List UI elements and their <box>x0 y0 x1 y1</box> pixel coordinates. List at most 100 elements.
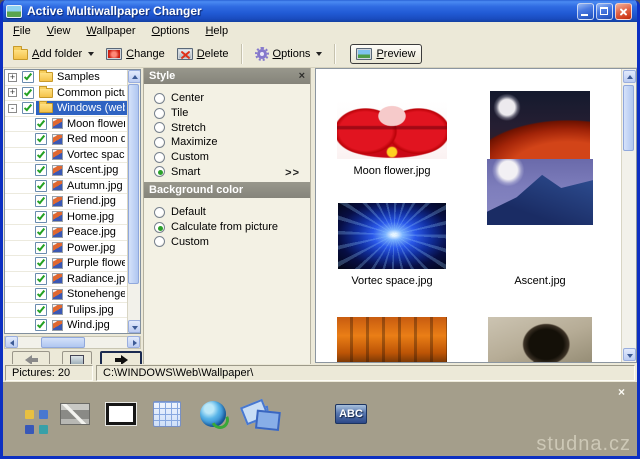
feature-icon[interactable] <box>197 396 229 432</box>
tree-checkbox[interactable] <box>35 241 47 254</box>
tree-checkbox[interactable] <box>35 164 47 177</box>
style-option[interactable]: Tile <box>154 106 310 121</box>
tree-checkbox[interactable] <box>35 303 47 316</box>
menu-item[interactable]: File <box>5 23 39 40</box>
thumbnail-item[interactable]: Moon flower.jpg <box>318 75 466 185</box>
radio-button[interactable] <box>154 136 165 148</box>
thumbnail-image[interactable] <box>487 159 593 225</box>
close-button[interactable] <box>615 3 632 20</box>
tree-folder-row[interactable]: + Samples <box>5 70 128 86</box>
tree-checkbox[interactable] <box>35 257 47 270</box>
radio-button[interactable] <box>154 92 165 104</box>
background-color-option[interactable]: Default <box>154 205 278 220</box>
feature-icon[interactable]: ABC <box>335 396 367 432</box>
tree-file-row[interactable]: Power.jpg <box>5 241 128 256</box>
radio-button[interactable] <box>154 206 165 218</box>
feature-icon[interactable] <box>151 396 183 432</box>
scroll-up-button[interactable] <box>623 70 636 83</box>
maximize-button[interactable] <box>596 3 613 20</box>
thumbnail-item[interactable]: Vortec space.jpg <box>318 185 466 295</box>
menu-item[interactable]: Options <box>144 23 198 40</box>
add-folder-button[interactable]: Add folder <box>7 44 100 64</box>
tree-folder-row[interactable]: + Common pictures <box>5 85 128 101</box>
tree-checkbox[interactable] <box>35 226 47 239</box>
tree-checkbox[interactable] <box>35 210 47 223</box>
tree-checkbox[interactable] <box>35 148 47 161</box>
chevron-down-icon[interactable] <box>88 52 95 56</box>
feature-icon[interactable] <box>243 396 275 432</box>
tree-checkbox[interactable] <box>35 272 47 285</box>
tree-file-row[interactable]: Moon flower.jpg <box>5 117 128 132</box>
tree-expander[interactable]: + <box>8 72 17 82</box>
preview-button[interactable]: Preview <box>350 44 422 64</box>
tree-checkbox[interactable] <box>35 195 47 208</box>
delete-button[interactable]: Delete <box>171 44 235 64</box>
tree-file-row[interactable]: Wind.jpg <box>5 318 128 333</box>
banner-close-icon[interactable]: × <box>618 386 625 398</box>
style-option[interactable]: Custom <box>154 150 310 165</box>
background-color-option[interactable]: Calculate from picture <box>154 220 278 235</box>
change-button[interactable]: Change <box>100 44 171 64</box>
scroll-down-button[interactable] <box>128 320 140 333</box>
tree-checkbox[interactable] <box>35 319 47 332</box>
radio-button[interactable] <box>154 166 165 178</box>
style-option[interactable]: Stretch <box>154 120 310 135</box>
tree-expander[interactable]: + <box>8 88 17 98</box>
tree-file-row[interactable]: Purple flower.jpg <box>5 256 128 272</box>
style-panel-close-icon[interactable]: × <box>299 70 305 82</box>
tree-checkbox[interactable] <box>35 133 47 146</box>
feature-icon[interactable] <box>13 396 45 432</box>
thumbnail-image[interactable] <box>490 91 590 159</box>
minimize-button[interactable] <box>577 3 594 20</box>
feature-icon[interactable] <box>289 396 321 432</box>
tree-checkbox[interactable] <box>22 71 34 84</box>
titlebar[interactable]: Active Multiwallpaper Changer <box>3 0 637 22</box>
tree-file-row[interactable]: Vortec space.jpg <box>5 148 128 163</box>
scroll-left-button[interactable] <box>5 336 18 348</box>
tree-checkbox[interactable] <box>35 117 47 130</box>
tree-checkbox[interactable] <box>22 86 34 99</box>
scroll-down-button[interactable] <box>623 348 636 361</box>
style-option[interactable]: Center <box>154 91 310 106</box>
thumbnail-item[interactable]: Ascent.jpg <box>466 159 614 295</box>
tree-horizontal-scrollbar[interactable] <box>4 336 141 349</box>
tree-file-row[interactable]: Home.jpg <box>5 210 128 225</box>
tree-file-row[interactable]: Tulips.jpg <box>5 303 128 318</box>
tree-vertical-scrollbar[interactable] <box>127 70 140 333</box>
options-button[interactable]: Options <box>249 44 329 64</box>
thumbnail-image[interactable] <box>488 317 592 362</box>
menu-item[interactable]: View <box>39 23 79 40</box>
tree-file-row[interactable]: Red moon desert.jpg <box>5 132 128 148</box>
radio-button[interactable] <box>154 122 165 134</box>
radio-button[interactable] <box>154 151 165 163</box>
smart-style-expand-link[interactable]: >> <box>285 167 300 179</box>
radio-button[interactable] <box>154 107 165 119</box>
tree-checkbox[interactable] <box>22 102 34 115</box>
style-option[interactable]: Maximize <box>154 135 310 150</box>
feature-icon[interactable] <box>105 396 137 432</box>
thumbnail-item[interactable]: Autumn.jpg <box>318 295 466 362</box>
scrollbar-thumb[interactable] <box>623 85 634 151</box>
tree-checkbox[interactable] <box>35 179 47 192</box>
thumbnail-item[interactable]: Friend.jpg <box>466 295 614 362</box>
preview-vertical-scrollbar[interactable] <box>621 69 636 362</box>
menu-item[interactable]: Wallpaper <box>78 23 143 40</box>
scrollbar-thumb[interactable] <box>128 84 139 284</box>
thumbnail-image[interactable] <box>338 203 446 269</box>
background-color-option[interactable]: Custom <box>154 234 278 249</box>
menu-item[interactable]: Help <box>197 23 236 40</box>
scroll-up-button[interactable] <box>128 70 140 83</box>
tree-expander[interactable]: - <box>8 103 17 113</box>
tree-file-row[interactable]: Autumn.jpg <box>5 179 128 194</box>
thumbnail-image[interactable] <box>337 101 447 159</box>
thumbnail-image[interactable] <box>337 317 447 362</box>
tree-file-row[interactable]: Stonehenge.jpg <box>5 287 128 303</box>
feature-icon[interactable] <box>59 396 91 432</box>
tree-file-row[interactable]: Ascent.jpg <box>5 163 128 179</box>
tree-checkbox[interactable] <box>35 288 47 301</box>
tree-file-row[interactable]: Friend.jpg <box>5 194 128 210</box>
chevron-down-icon[interactable] <box>316 52 323 56</box>
tree-file-row[interactable]: Radiance.jpg <box>5 272 128 287</box>
radio-button[interactable] <box>154 236 165 248</box>
scrollbar-thumb[interactable] <box>41 337 85 348</box>
